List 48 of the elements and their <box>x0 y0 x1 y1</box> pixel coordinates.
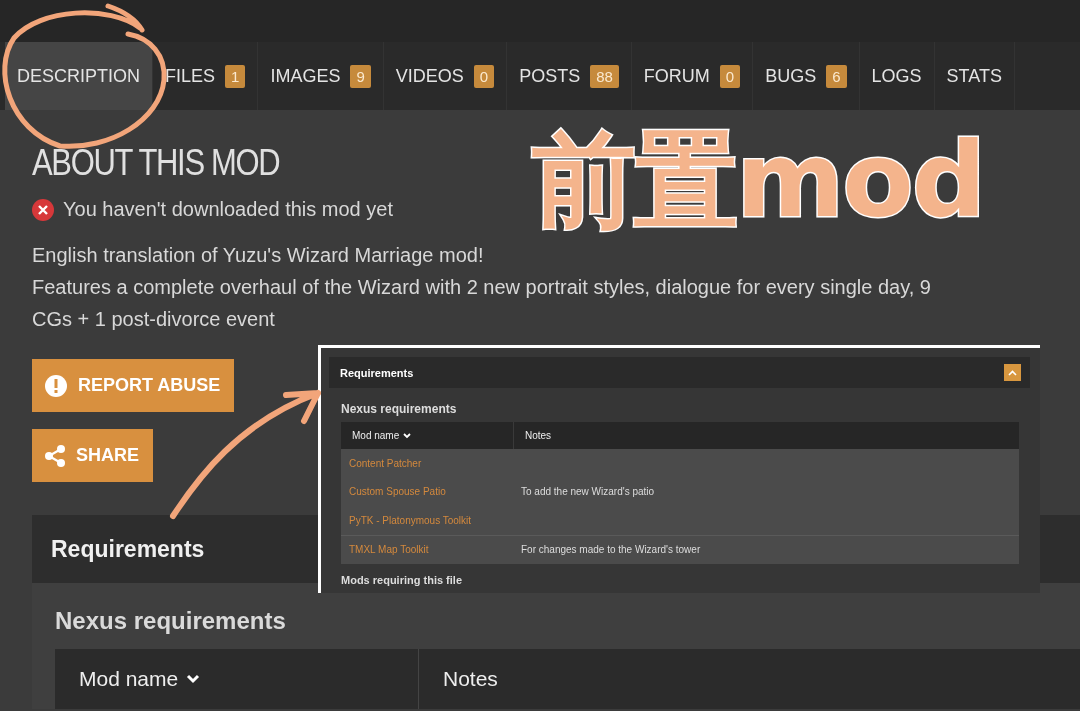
tab[interactable]: IMAGES 9 <box>258 42 384 110</box>
description-line: Features a complete overhaul of the Wizard with 2 new portrait styles, dialogue for every single day, 9 <box>32 275 931 300</box>
column-header[interactable]: Mod name <box>352 430 400 441</box>
tab[interactable]: LOGS <box>859 42 935 110</box>
tab-label: BUGS <box>765 65 817 87</box>
tab-label: STATS <box>946 65 1002 87</box>
column-header: Notes <box>525 430 552 441</box>
subheading: Nexus requirements <box>55 607 287 635</box>
column-header[interactable]: Mod name <box>79 667 179 691</box>
section-title: ABOUT THIS MOD <box>32 142 280 184</box>
annotation-caption: 前置mod <box>532 118 985 243</box>
tab[interactable]: VIDEOS 0 <box>383 42 508 110</box>
count-badge: 6 <box>826 64 847 88</box>
panel-title: Requirements <box>51 535 205 563</box>
count-badge: 0 <box>473 64 495 88</box>
table-cell-text: To add the new Wizard's patio <box>520 486 655 498</box>
chevron-down-icon <box>403 432 412 439</box>
download-status: You haven't downloaded this mod yet <box>63 198 393 221</box>
column-header: Notes <box>443 667 498 691</box>
chevron-down-icon <box>186 674 201 684</box>
tab-label: FILES <box>165 65 216 87</box>
tab[interactable]: DESCRIPTION <box>5 42 153 110</box>
tab[interactable]: STATS <box>934 42 1015 110</box>
tab[interactable]: FILES 1 <box>153 42 259 110</box>
description-line: CGs + 1 post-divorce event <box>32 307 275 332</box>
tab[interactable]: BUGS 6 <box>753 42 860 110</box>
share-icon <box>44 443 66 468</box>
tab-label: POSTS <box>519 65 581 87</box>
subheading: Mods requiring this file <box>341 574 463 586</box>
tab-label: VIDEOS <box>395 65 464 87</box>
tab-label: FORUM <box>643 65 710 87</box>
tab-label: DESCRIPTION <box>17 65 140 87</box>
panel-title: Requirements <box>340 366 414 379</box>
chevron-up-icon <box>1008 369 1017 376</box>
count-badge: 88 <box>590 64 619 88</box>
error-icon <box>32 198 54 221</box>
tab-label: LOGS <box>871 65 922 87</box>
count-badge: 0 <box>719 64 741 88</box>
tab[interactable]: POSTS 88 <box>507 42 632 110</box>
exclamation-icon <box>44 373 68 398</box>
count-badge: 1 <box>225 64 246 88</box>
description-line: English translation of Yuzu's Wizard Marriage mod! <box>32 243 484 268</box>
subheading: Nexus requirements <box>341 402 458 416</box>
tab-label: IMAGES <box>270 65 341 87</box>
tab[interactable]: FORUM 0 <box>631 42 754 110</box>
count-badge: 9 <box>350 64 371 88</box>
collapse-button[interactable] <box>1004 364 1021 381</box>
table-cell-text: For changes made to the Wizard's tower <box>520 544 701 556</box>
